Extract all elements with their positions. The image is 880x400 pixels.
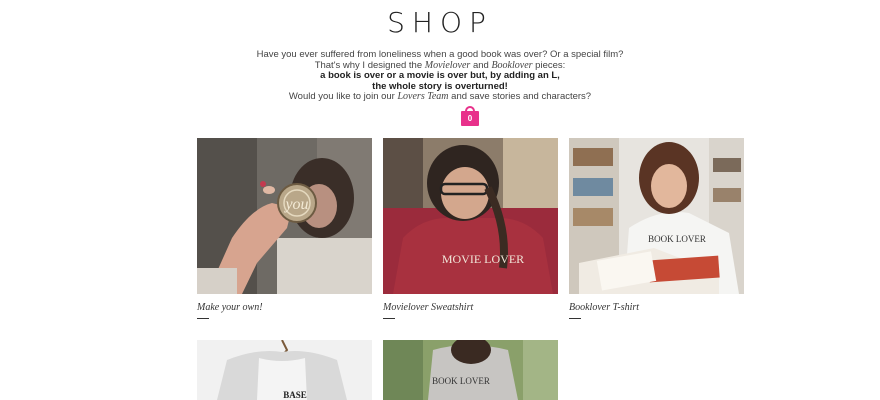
intro-line-5: Would you like to join our Lovers Team a…: [0, 91, 880, 103]
intro-line-2-text: That's why I designed the: [314, 59, 425, 71]
product-photo-tshirt: BOOK LOVER: [569, 138, 744, 294]
product-divider: [383, 318, 395, 319]
intro-line-5-text: Would you like to join our: [288, 91, 398, 102]
product-name[interactable]: Make your own!: [197, 302, 372, 313]
lovers-team-word: Lovers Team: [397, 91, 449, 102]
product-divider: [197, 318, 209, 319]
product-image[interactable]: BASE: [197, 340, 372, 400]
product-card-base[interactable]: BASE: [197, 340, 372, 400]
intro-line-3: a book is over or a movie is over but, b…: [320, 70, 560, 81]
intro-line-2-and: and: [470, 59, 492, 71]
cart-count: 0: [467, 114, 473, 123]
page-title: SHOP: [387, 6, 493, 39]
movielover-word: Movielover: [424, 59, 471, 71]
product-photo-sweatshirt: MOVIE LOVER: [383, 138, 558, 294]
sweatshirt-print: MOVIE LOVER: [442, 252, 524, 266]
intro-line-2-end: pieces:: [532, 59, 566, 71]
product-card-booklover-tshirt[interactable]: BOOK LOVER Booklover T-shirt: [569, 138, 744, 319]
tshirt-print: BOOK LOVER: [648, 234, 706, 244]
intro-line-5-end: and save stories and characters?: [448, 91, 592, 102]
product-image[interactable]: MOVIE LOVER: [383, 138, 558, 294]
booklover-word: Booklover: [491, 59, 533, 71]
product-card-booklover-hoodie[interactable]: BOOK LOVER: [383, 340, 558, 400]
product-card-movielover-sweatshirt[interactable]: MOVIE LOVER Movielover Sweatshirt: [383, 138, 558, 319]
pendant-engraving: you: [283, 196, 308, 213]
product-image[interactable]: you: [197, 138, 372, 294]
shop-page: SHOP Have you ever suffered from lonelin…: [0, 0, 880, 400]
product-name[interactable]: Movielover Sweatshirt: [383, 302, 558, 313]
product-image[interactable]: BOOK LOVER: [569, 138, 744, 294]
product-name[interactable]: Booklover T-shirt: [569, 302, 744, 313]
product-image[interactable]: BOOK LOVER: [383, 340, 558, 400]
product-photo-pendant: you: [197, 138, 372, 294]
intro-text: Have you ever suffered from loneliness w…: [0, 49, 880, 103]
hoodie-print: BOOK LOVER: [432, 376, 490, 386]
product-divider: [569, 318, 581, 319]
sweater-print: BASE: [283, 390, 307, 400]
product-card-make-your-own[interactable]: you Make your own!: [197, 138, 372, 319]
product-photo-sweater: BASE: [197, 340, 372, 400]
product-photo-hoodie: BOOK LOVER: [383, 340, 558, 400]
cart-button[interactable]: 0: [461, 106, 479, 126]
